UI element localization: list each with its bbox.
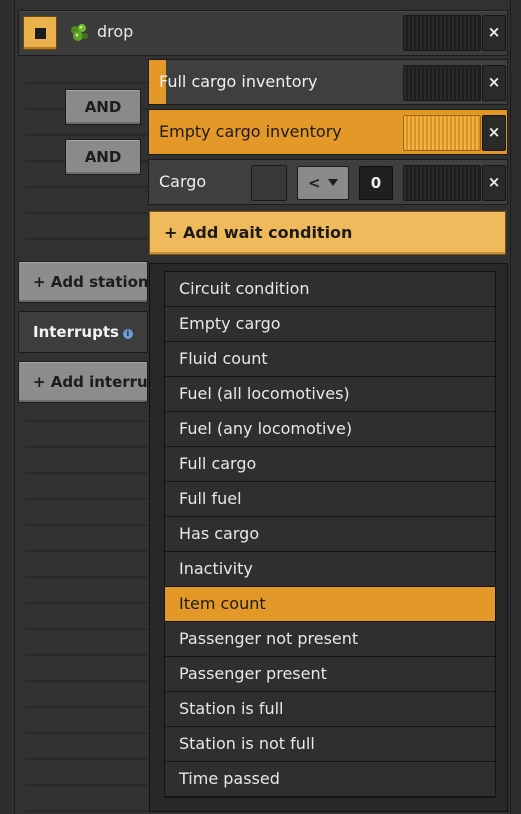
dropdown-item[interactable]: Has cargo: [165, 517, 495, 552]
wait-condition-row[interactable]: Full cargo inventory ×: [148, 59, 508, 105]
interrupts-text: Interrupts: [33, 323, 119, 341]
wait-condition-row-active[interactable]: Empty cargo inventory ×: [148, 109, 508, 155]
dropdown-item[interactable]: Time passed: [165, 762, 495, 797]
and-toggle-button[interactable]: AND: [65, 139, 141, 175]
dropdown-item[interactable]: Fuel (any locomotive): [165, 412, 495, 447]
comparator-dropdown[interactable]: <: [297, 166, 349, 200]
green-ore-icon: [71, 24, 88, 41]
condition-progress-slot: [403, 165, 481, 201]
schedule-station-header: drop ×: [18, 10, 508, 56]
dropdown-item[interactable]: Empty cargo: [165, 307, 495, 342]
signal-select-slot[interactable]: [251, 165, 287, 201]
dropdown-item[interactable]: Circuit condition: [165, 272, 495, 307]
wait-condition-row[interactable]: Cargo < 0 ×: [148, 159, 508, 205]
condition-label: Cargo: [159, 172, 207, 191]
add-interrupt-button[interactable]: + Add interrupt: [18, 361, 148, 403]
dropdown-item[interactable]: Fuel (all locomotives): [165, 377, 495, 412]
condition-progress-slot: [403, 115, 481, 151]
info-icon[interactable]: i: [122, 329, 133, 339]
dropdown-item[interactable]: Station is full: [165, 692, 495, 727]
dropdown-item[interactable]: Fluid count: [165, 342, 495, 377]
interrupts-label: Interrupts i: [18, 311, 148, 353]
dropdown-item[interactable]: Station is not full: [165, 727, 495, 762]
wait-condition-type-dropdown: Circuit condition Empty cargo Fluid count F…: [149, 263, 508, 812]
chevron-down-icon: [328, 179, 338, 186]
condition-progress-slot: [403, 65, 481, 101]
station-progress-slot: [403, 15, 481, 51]
remove-condition-button[interactable]: ×: [482, 165, 506, 201]
condition-label: Full cargo inventory: [159, 72, 318, 91]
dropdown-item[interactable]: Passenger not present: [165, 622, 495, 657]
condition-label: Empty cargo inventory: [159, 122, 342, 141]
remove-condition-button[interactable]: ×: [482, 115, 506, 151]
add-wait-condition-button[interactable]: + Add wait condition: [149, 211, 506, 255]
constant-value-field[interactable]: 0: [359, 166, 393, 200]
dropdown-item-selected[interactable]: Item count: [165, 587, 495, 622]
dropdown-list: Circuit condition Empty cargo Fluid count F…: [164, 271, 496, 798]
dropdown-item[interactable]: Inactivity: [165, 552, 495, 587]
dropdown-item[interactable]: Full cargo: [165, 447, 495, 482]
station-name: drop: [97, 22, 134, 41]
add-station-button[interactable]: + Add station: [18, 261, 148, 303]
remove-condition-button[interactable]: ×: [482, 65, 506, 101]
stop-button[interactable]: [23, 16, 57, 50]
dropdown-item[interactable]: Passenger present: [165, 657, 495, 692]
remove-station-button[interactable]: ×: [482, 15, 506, 51]
comparator-value: <: [308, 174, 321, 192]
and-toggle-button[interactable]: AND: [65, 89, 141, 125]
dropdown-item[interactable]: Full fuel: [165, 482, 495, 517]
